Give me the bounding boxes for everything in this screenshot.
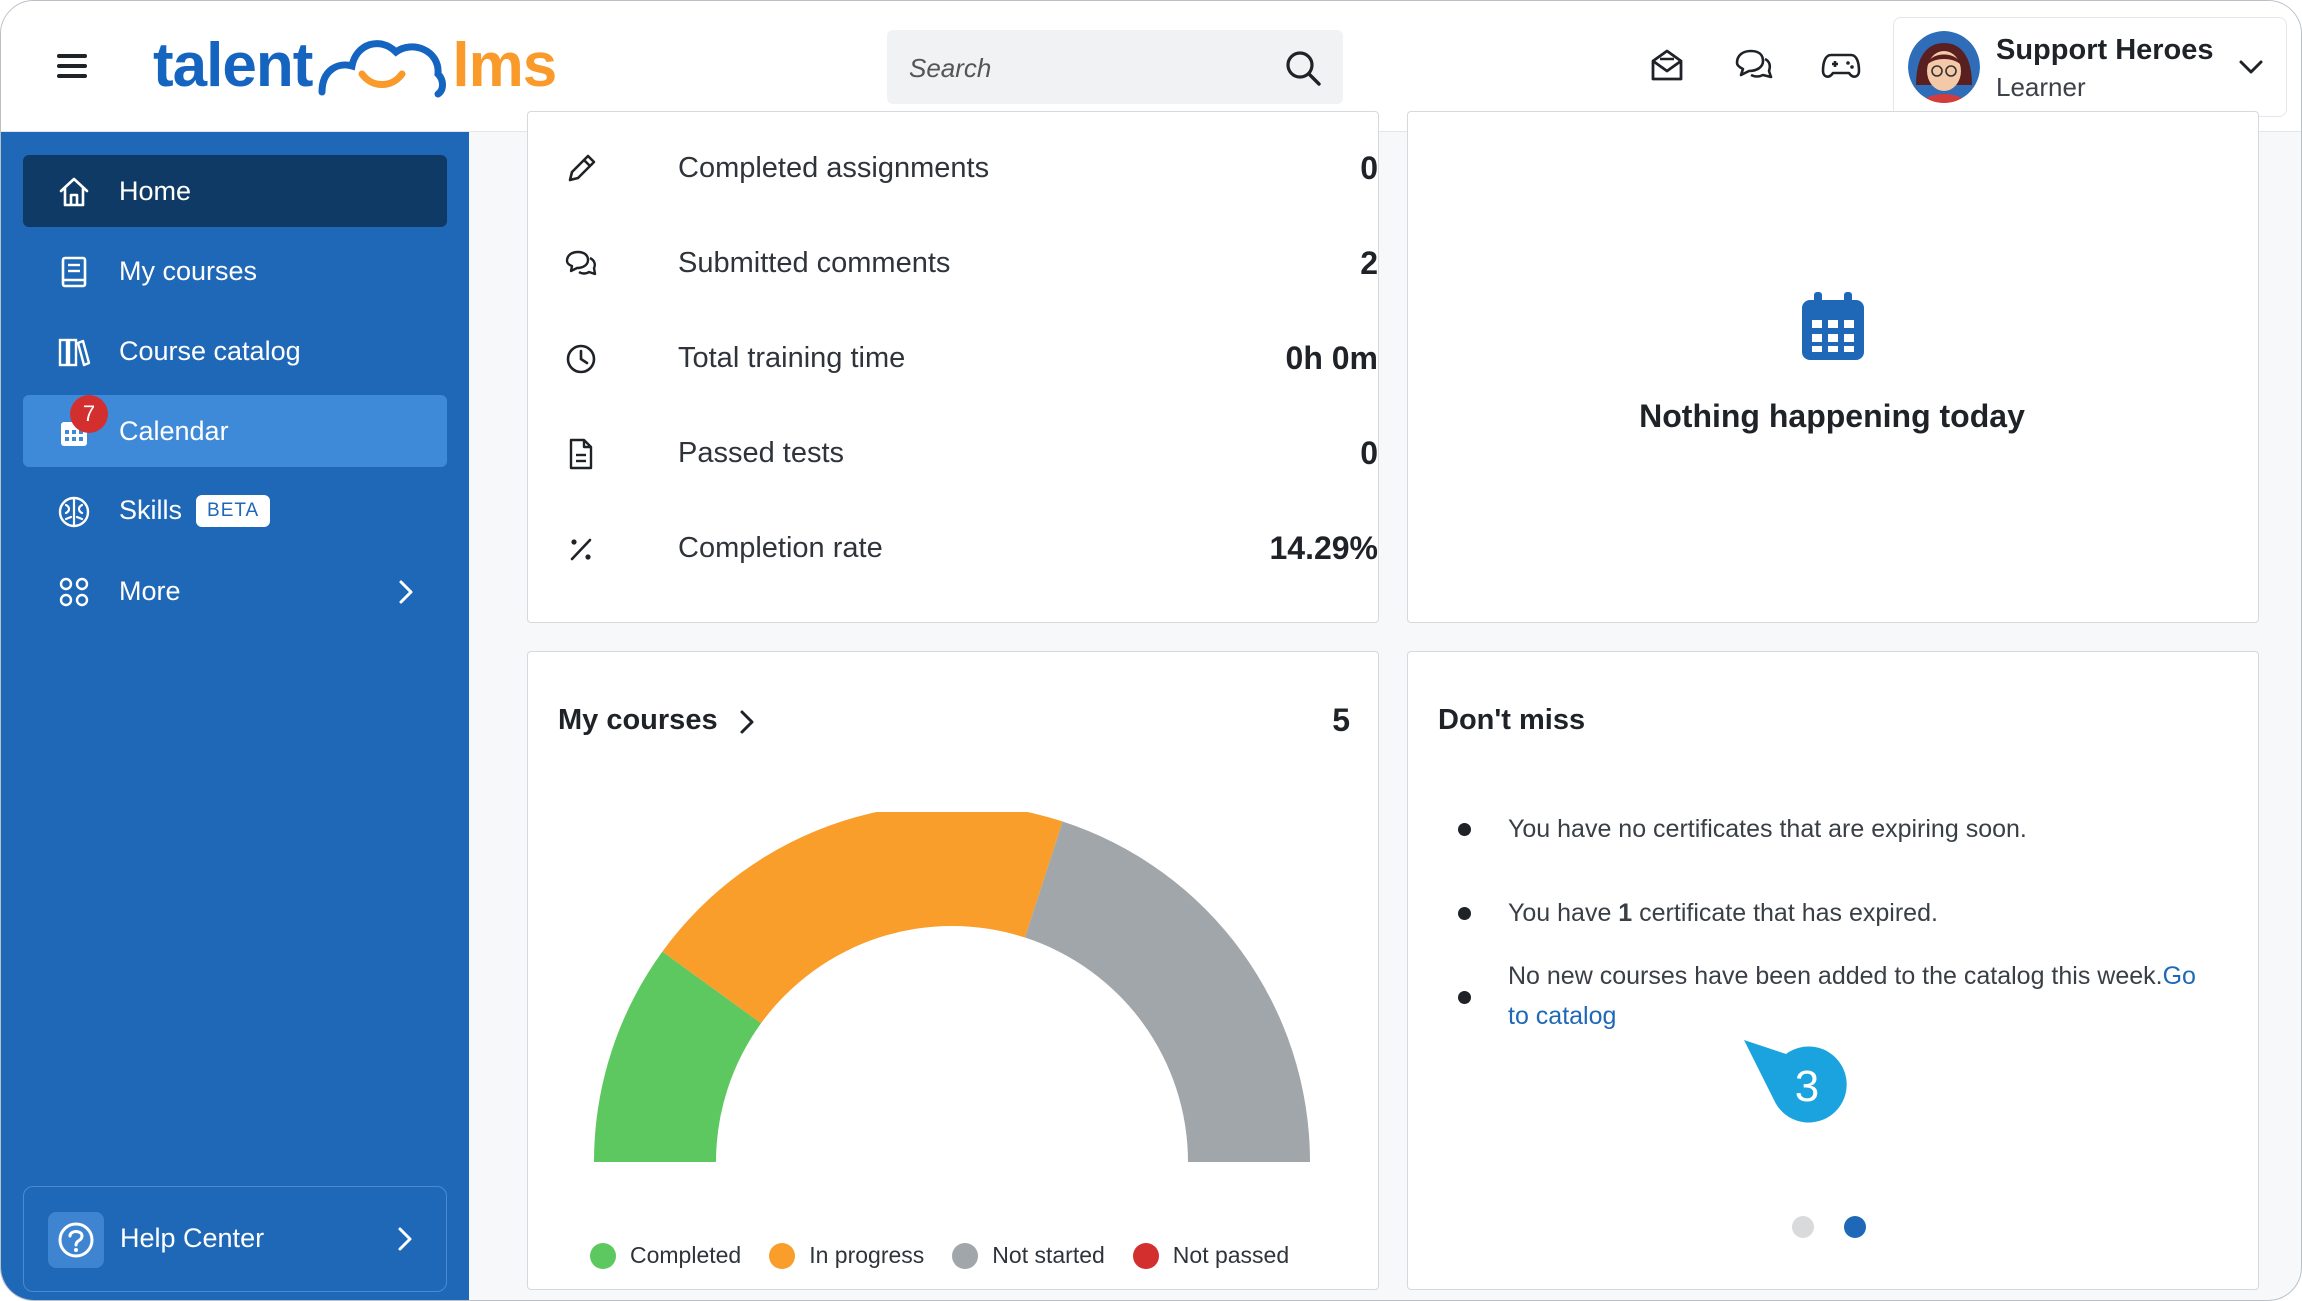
sidebar-item-my-courses[interactable]: My courses bbox=[23, 235, 447, 307]
calendar-badge: 7 bbox=[70, 395, 108, 433]
library-icon bbox=[58, 338, 91, 367]
courses-count: 5 bbox=[1332, 702, 1350, 738]
legend-swatch bbox=[952, 1242, 979, 1269]
bullet bbox=[1458, 991, 1471, 1004]
menu-icon[interactable] bbox=[57, 51, 91, 79]
legend-item-not-passed[interactable]: Not passed bbox=[1132, 1242, 1290, 1269]
list-item: No new courses have been added to the ca… bbox=[1508, 962, 2196, 1030]
legend-swatch bbox=[1132, 1242, 1159, 1269]
stat-row: Total training time 0h 0m bbox=[564, 328, 1378, 388]
sidebar-item-calendar[interactable]: 7 Calendar bbox=[23, 395, 447, 467]
dont-miss-card: Don't miss You have no certificates that… bbox=[1407, 651, 2259, 1290]
sidebar-item-skills[interactable]: Skills BETA bbox=[23, 475, 447, 547]
legend-item-not-started[interactable]: Not started bbox=[952, 1242, 1105, 1269]
legend-label: In progress bbox=[809, 1242, 925, 1268]
grid-icon bbox=[59, 577, 89, 607]
list-item: You have no certificates that are expiri… bbox=[1508, 815, 2027, 843]
pencil-icon bbox=[568, 154, 596, 182]
talentlms-logo[interactable]: talent lms bbox=[153, 23, 557, 107]
chevron-down-icon[interactable] bbox=[2238, 56, 2264, 78]
book-icon bbox=[61, 256, 87, 288]
legend-label: Not passed bbox=[1172, 1242, 1290, 1268]
courses-gauge-chart bbox=[594, 812, 1310, 1162]
dont-miss-title: Don't miss bbox=[1438, 704, 1586, 736]
legend-item-completed[interactable]: Completed bbox=[590, 1242, 741, 1269]
beta-tag: BETA bbox=[196, 495, 271, 528]
callout-number: 3 bbox=[1794, 1062, 1820, 1111]
carousel-dot-active[interactable] bbox=[1844, 1216, 1866, 1238]
sidebar-item-course-catalog[interactable]: Course catalog bbox=[23, 315, 447, 387]
legend-label: Completed bbox=[630, 1242, 742, 1268]
sidebar-item-more[interactable]: More bbox=[23, 555, 447, 627]
comments-icon bbox=[565, 250, 597, 276]
chevron-right-icon bbox=[398, 1227, 412, 1251]
legend-item-in-progress[interactable]: In progress bbox=[769, 1242, 924, 1269]
chevron-right-icon bbox=[399, 580, 413, 604]
my-courses-link[interactable]: My courses bbox=[558, 704, 718, 737]
help-icon bbox=[48, 1212, 104, 1268]
calendar-icon bbox=[1802, 292, 1864, 360]
cloud-logo-icon bbox=[318, 40, 447, 98]
stat-row: Passed tests 0 bbox=[564, 423, 1378, 483]
sidebar-item-home[interactable]: Home bbox=[23, 155, 447, 227]
my-courses-card: My courses 5 Completed In progress Not sta… bbox=[527, 651, 1379, 1290]
help-center-button[interactable]: Help Center bbox=[23, 1186, 447, 1292]
percent-icon bbox=[570, 538, 592, 561]
clock-icon bbox=[566, 344, 596, 374]
carousel-dot[interactable] bbox=[1792, 1216, 1814, 1238]
gamepad-icon[interactable] bbox=[1821, 45, 1861, 85]
brain-icon bbox=[58, 496, 90, 528]
calendar-card: Nothing happening today bbox=[1407, 111, 2259, 623]
stats-card: Completed assignments 0 Submitted commen… bbox=[527, 111, 1379, 623]
stat-row: Completion rate 14.29% bbox=[564, 518, 1378, 578]
document-icon bbox=[569, 438, 593, 470]
chevron-right-icon[interactable] bbox=[738, 708, 756, 736]
avatar bbox=[1908, 31, 1980, 103]
legend-swatch bbox=[769, 1242, 796, 1269]
chart-legend: Completed In progress Not started Not passe… bbox=[590, 1242, 1317, 1269]
gauge-segment-not-started[interactable] bbox=[1024, 821, 1310, 1162]
gauge-segment-in-progress[interactable] bbox=[662, 812, 1063, 1024]
user-menu[interactable]: Support Heroes Learner bbox=[1893, 17, 2287, 117]
app-window: talent lms Search Support Heroes Learner… bbox=[0, 0, 2302, 1301]
inbox-icon[interactable] bbox=[1647, 45, 1687, 85]
empty-state-message: Nothing happening today bbox=[1639, 398, 2025, 434]
profile-name: Support Heroes bbox=[1996, 34, 2214, 66]
list-item: You have 1 certificate that has expired. bbox=[1508, 899, 1938, 927]
bullet bbox=[1458, 907, 1471, 920]
bullet bbox=[1458, 823, 1471, 836]
search-icon[interactable] bbox=[1283, 48, 1323, 88]
search-box bbox=[887, 30, 1343, 106]
profile-role: Learner bbox=[1996, 72, 2086, 102]
stat-row: Completed assignments 0 bbox=[564, 138, 1378, 198]
stat-row: Submitted comments 2 bbox=[564, 233, 1378, 293]
sidebar: Home My courses Course catalog 7 Calenda… bbox=[1, 132, 469, 1300]
legend-swatch bbox=[590, 1242, 616, 1269]
home-icon bbox=[59, 177, 89, 207]
chat-icon[interactable] bbox=[1733, 45, 1773, 85]
search-input[interactable] bbox=[907, 30, 1271, 106]
legend-label: Not started bbox=[992, 1242, 1105, 1268]
